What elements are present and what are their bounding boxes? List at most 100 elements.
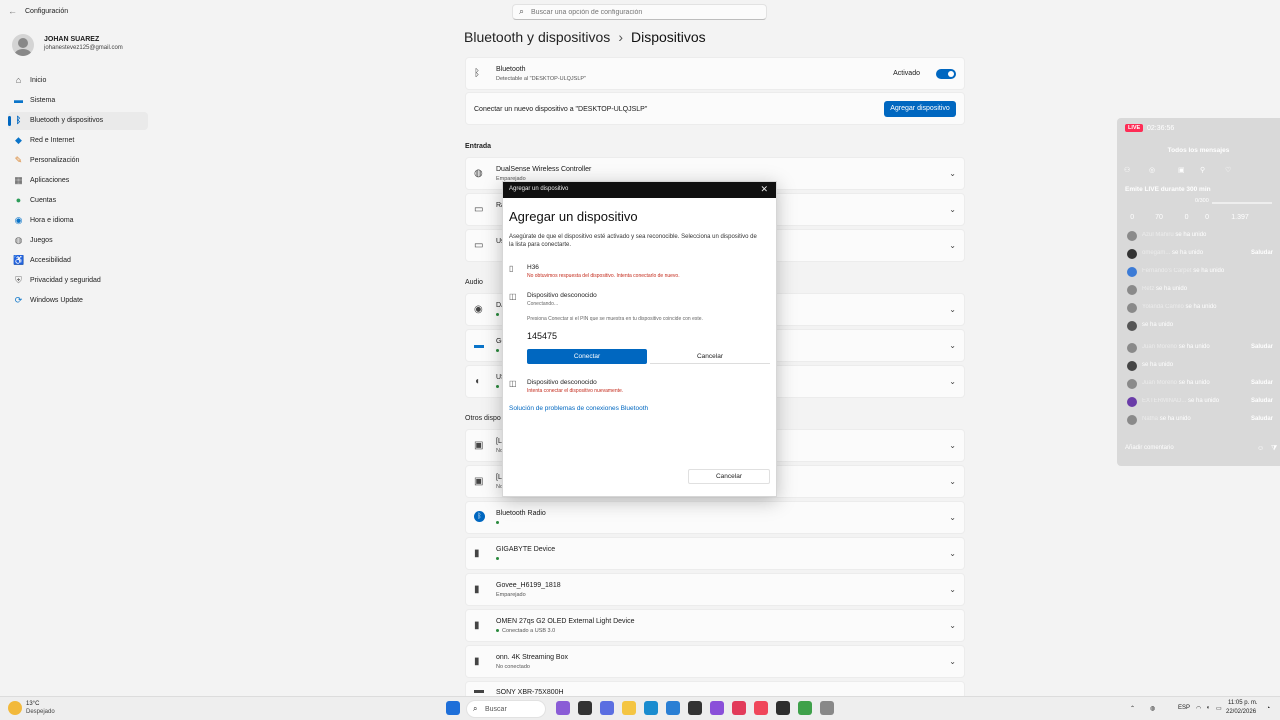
app-icon[interactable] (776, 701, 790, 715)
device-name: OMEN 27qs G2 OLED External Light Device (496, 618, 635, 625)
dialog-heading: Agregar un dispositivo (509, 209, 638, 224)
device-status-dot (496, 556, 502, 562)
tiktok-icon[interactable] (732, 701, 746, 715)
sidebar-item-windows-update[interactable]: ⟳ Windows Update (8, 292, 148, 310)
search-input[interactable] (531, 6, 761, 18)
device-icon: ▮ (474, 620, 480, 631)
cancel-pairing-button[interactable]: Cancelar (650, 349, 770, 364)
chevron-down-icon[interactable]: ⌄ (949, 305, 956, 314)
app-icon[interactable] (710, 701, 724, 715)
troubleshoot-link[interactable]: Solución de problemas de conexiones Blue… (509, 405, 648, 412)
chevron-down-icon[interactable]: ⌄ (949, 657, 956, 666)
chevron-down-icon[interactable]: ⌄ (949, 549, 956, 558)
chat-message[interactable]: Natha se ha unido Saludar (1127, 414, 1277, 428)
chat-message[interactable]: se ha unido (1127, 320, 1277, 334)
settings-icon[interactable] (820, 701, 834, 715)
edge-icon[interactable] (644, 701, 658, 715)
store-icon[interactable] (666, 701, 680, 715)
sidebar-item-accesibilidad[interactable]: ♿ Accesibilidad (8, 252, 148, 270)
sidebar-item-inicio[interactable]: ⌂ Inicio (8, 72, 148, 90)
chat-message[interactable]: Juan Moreno se ha unido Saludar (1127, 378, 1277, 392)
close-icon[interactable]: ✕ (760, 184, 768, 195)
chevron-down-icon[interactable]: ⌄ (949, 441, 956, 450)
file-explorer-icon[interactable] (622, 701, 636, 715)
sidebar-item-aplicaciones[interactable]: ▦ Aplicaciones (8, 172, 148, 190)
chevron-down-icon[interactable]: ⌄ (949, 477, 956, 486)
device-status: No conectado (496, 664, 530, 670)
task-view-icon[interactable] (578, 701, 592, 715)
copilot-icon[interactable] (600, 701, 614, 715)
sidebar-item-bluetooth[interactable]: ᛒ Bluetooth y dispositivos (8, 112, 148, 130)
live-timer: 02:36:56 (1147, 125, 1175, 132)
greet-button[interactable]: Saludar (1251, 380, 1273, 386)
bluetooth-card: ᛒ Bluetooth Detectable al "DESKTOP-ULQJS… (465, 57, 965, 90)
terminal-icon[interactable] (688, 701, 702, 715)
greet-button[interactable]: Saludar (1251, 250, 1273, 256)
greet-button[interactable]: Saludar (1251, 416, 1273, 422)
dialog-cancel-button[interactable]: Cancelar (688, 469, 770, 484)
device-row[interactable]: ▮ onn. 4K Streaming Box No conectado ⌄ (465, 645, 965, 678)
section-entrada: Entrada (465, 143, 492, 150)
greet-button[interactable]: Saludar (1251, 398, 1273, 404)
sidebar-item-personalizacion[interactable]: ✎ Personalización (8, 152, 148, 170)
chevron-up-icon[interactable]: ⌃ (1130, 705, 1135, 712)
greet-button[interactable]: Saludar (1251, 344, 1273, 350)
chevron-down-icon[interactable]: ⌄ (949, 513, 956, 522)
chevron-down-icon[interactable]: ⌄ (949, 169, 956, 178)
chevron-down-icon[interactable]: ⌄ (949, 341, 956, 350)
device-status: Conectado a USB 3.0 (496, 628, 555, 634)
bluetooth-toggle[interactable] (936, 69, 956, 79)
music-icon[interactable] (754, 701, 768, 715)
settings-search[interactable]: ⌕ (512, 4, 767, 20)
gamepad-icon: ◍ (14, 235, 23, 245)
chat-message[interactable]: Retz se ha unido (1127, 284, 1277, 298)
avatar (1127, 379, 1137, 389)
chat-message[interactable]: omegam... se ha unido Saludar (1127, 248, 1277, 262)
chat-message[interactable]: Yolanda Camilo se ha unido (1127, 302, 1277, 316)
chat-message[interactable]: EXTERMINAD... se ha unido Saludar (1127, 396, 1277, 410)
user-profile[interactable]: JOHAN SUAREZ johanestevez125@gmail.com (8, 30, 148, 64)
taskbar-search[interactable]: ⌕ Buscar (466, 700, 546, 718)
sidebar-item-cuentas[interactable]: ● Cuentas (8, 192, 148, 210)
sidebar-item-hora[interactable]: ◉ Hora e idioma (8, 212, 148, 230)
chevron-down-icon[interactable]: ⌄ (949, 205, 956, 214)
chat-message[interactable]: Azul Mahiru se ha unido (1127, 230, 1277, 244)
speaker-icon: ◖ (474, 376, 481, 387)
back-arrow-icon[interactable]: ← (8, 6, 17, 16)
comment-input[interactable]: Añadir comentario (1125, 445, 1174, 451)
emoji-icon[interactable]: ☺ (1257, 445, 1264, 452)
device-row[interactable]: ▮ Govee_H6199_1818 Emparejado ⌄ (465, 573, 965, 606)
chat-message[interactable]: Juan Moreno se ha unido Saludar (1127, 342, 1277, 356)
volume-icon[interactable]: ◖ (1206, 705, 1210, 711)
avatar (1127, 343, 1137, 353)
chat-message[interactable]: se ha unido (1127, 360, 1277, 374)
section-otros: Otros dispo (465, 415, 501, 422)
chevron-down-icon[interactable]: ⌄ (949, 585, 956, 594)
start-icon[interactable] (446, 701, 460, 715)
sidebar-item-red[interactable]: ◆ Red e Internet (8, 132, 148, 150)
sidebar-item-privacidad[interactable]: ⛨ Privacidad y seguridad (8, 272, 148, 290)
device-name: onn. 4K Streaming Box (496, 654, 568, 661)
sidebar-item-juegos[interactable]: ◍ Juegos (8, 232, 148, 250)
connect-button[interactable]: Conectar (527, 349, 647, 364)
device-row[interactable]: ᛒ Bluetooth Radio ⌄ (465, 501, 965, 534)
battery-icon[interactable]: ▭ (1216, 705, 1222, 712)
app-tray-icon[interactable]: ◍ (1150, 705, 1155, 712)
chat-filter-header[interactable]: Todos los mensajes (1117, 147, 1280, 154)
app-icon[interactable] (798, 701, 812, 715)
add-device-button[interactable]: Agregar dispositivo (884, 101, 956, 117)
device-row[interactable]: ▮ GIGABYTE Device ⌄ (465, 537, 965, 570)
device-row[interactable]: ▮ OMEN 27qs G2 OLED External Light Devic… (465, 609, 965, 642)
monitor-icon: ▬ (474, 340, 484, 351)
chat-message[interactable]: Fernando's Carpet se ha unido (1127, 266, 1277, 280)
sidebar-item-sistema[interactable]: ▬ Sistema (8, 92, 148, 110)
notification-icon[interactable]: ◔ (1266, 705, 1270, 712)
breadcrumb-parent[interactable]: Bluetooth y dispositivos (464, 29, 610, 45)
chevron-down-icon[interactable]: ⌄ (949, 241, 956, 250)
wifi-icon[interactable]: ◠ (1196, 705, 1201, 712)
widgets-icon[interactable] (556, 701, 570, 715)
chevron-down-icon[interactable]: ⌄ (949, 621, 956, 630)
language-indicator[interactable]: ESP (1178, 705, 1190, 711)
filter-icon[interactable]: ⧩ (1271, 445, 1277, 453)
chevron-down-icon[interactable]: ⌄ (949, 377, 956, 386)
